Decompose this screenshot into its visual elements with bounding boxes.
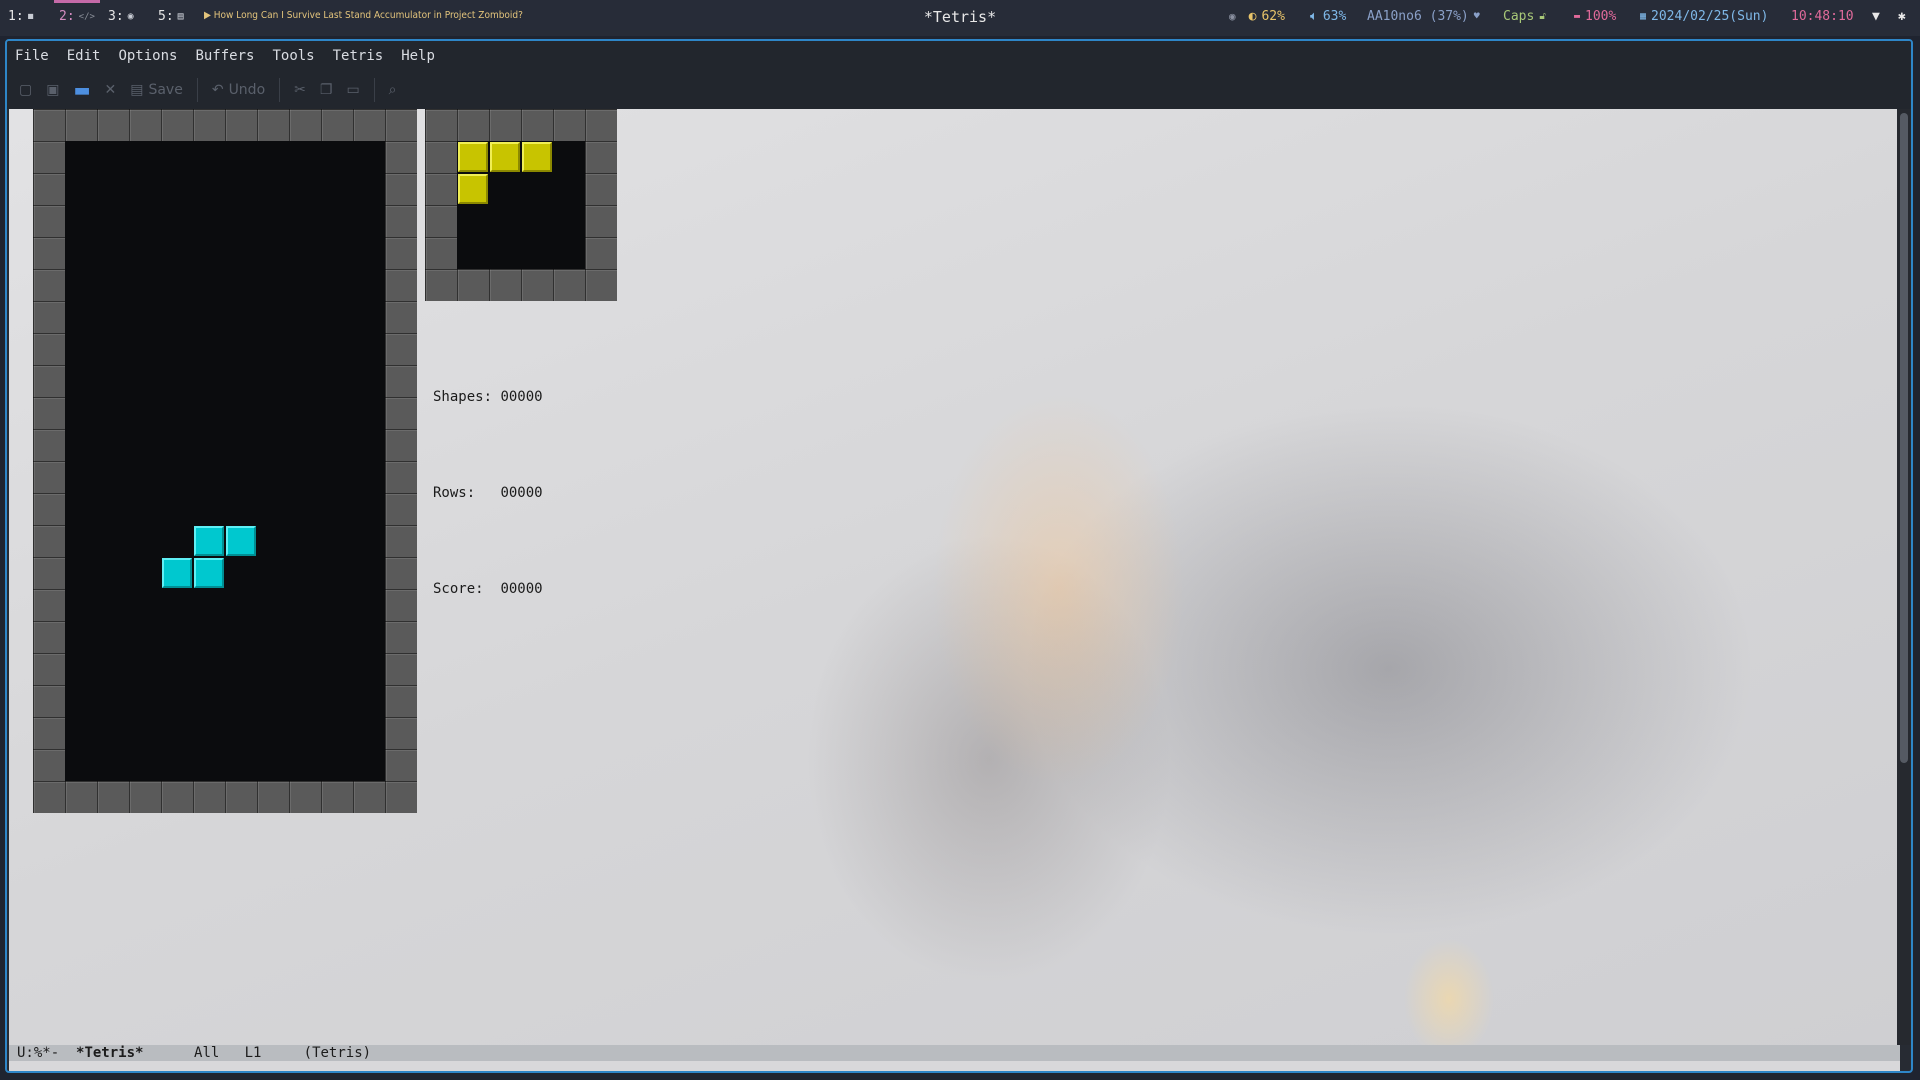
modeline-line: L1 — [244, 1045, 262, 1061]
rows-label: Rows: — [433, 485, 476, 501]
next-piece-block — [458, 174, 488, 204]
menu-edit[interactable]: Edit — [67, 48, 101, 64]
preview-pit — [457, 141, 585, 269]
battery-indicator[interactable]: ▬ 100% — [1574, 9, 1616, 24]
next-piece-block — [490, 142, 520, 172]
menu-help[interactable]: Help — [401, 48, 435, 64]
paste-icon[interactable]: ▭ — [346, 82, 359, 98]
modeline-buffer-name[interactable]: *Tetris* — [76, 1045, 143, 1061]
cut-icon[interactable]: ✂ — [294, 82, 306, 98]
emacs-frame: File Edit Options Buffers Tools Tetris H… — [5, 39, 1913, 1073]
menu-tools[interactable]: Tools — [272, 48, 314, 64]
menu-file[interactable]: File — [15, 48, 49, 64]
battery-value: 100% — [1585, 9, 1617, 24]
save-button[interactable]: ▤ Save — [130, 82, 183, 98]
undo-label: Undo — [228, 82, 266, 98]
caps-label: Caps — [1503, 9, 1535, 24]
top-status-bar: 1: ◼ 2: </> 3: ◉ 5: ▤ ▶ How Long Can I S… — [0, 0, 1920, 36]
window-title: *Tetris* — [923, 8, 997, 26]
menu-options[interactable]: Options — [118, 48, 177, 64]
shapes-stat: Shapes: 00000 — [433, 381, 543, 413]
rows-stat: Rows: 00000 — [433, 477, 543, 509]
search-icon[interactable]: ⌕ — [389, 82, 397, 98]
modeline-state: U:%*- — [17, 1045, 60, 1061]
unlock-icon: 🔓︎ — [1539, 11, 1546, 22]
open-file-icon[interactable]: ▣ — [46, 82, 59, 98]
next-piece-block — [522, 142, 552, 172]
current-piece-block — [194, 558, 224, 588]
undo-button[interactable]: ↶ Undo — [212, 82, 265, 98]
heart-icon: ♥ — [1473, 11, 1480, 22]
next-piece-block — [458, 142, 488, 172]
echo-area[interactable] — [9, 1061, 1900, 1071]
caps-indicator[interactable]: Caps 🔓︎ — [1503, 9, 1546, 24]
current-piece-block — [194, 526, 224, 556]
clock-indicator[interactable]: 10:48:10 — [1791, 9, 1854, 24]
bluetooth-icon: ✱ — [1898, 9, 1906, 24]
tetris-board — [33, 109, 417, 813]
brightness-indicator[interactable]: ◉ ◐ 62% — [1229, 9, 1285, 24]
shapes-value: 00000 — [500, 389, 543, 405]
date-value: 2024/02/25(Sun) — [1651, 9, 1769, 24]
score-label: Score: — [433, 581, 484, 597]
vertical-scrollbar[interactable] — [1897, 109, 1911, 1045]
undo-icon: ↶ — [211, 82, 224, 98]
window-title-container: *Tetris* — [0, 8, 1920, 26]
bluetooth-indicator[interactable]: ✱ — [1898, 9, 1906, 24]
close-icon[interactable]: ✕ — [104, 82, 116, 98]
copy-icon[interactable]: ❐ — [320, 82, 333, 98]
speaker-icon: 🔈︎ — [1310, 9, 1318, 24]
score-value: 00000 — [500, 581, 543, 597]
score-stat: Score: 00000 — [433, 573, 543, 605]
time-value: 10:48:10 — [1791, 9, 1854, 24]
tetris-stats: Shapes: 00000 Rows: 00000 Score: 00000 — [433, 317, 543, 669]
volume-indicator[interactable]: 🔈︎ 63% — [1310, 9, 1346, 24]
wifi-icon: ▼ — [1872, 9, 1880, 24]
shapes-label: Shapes: — [433, 389, 493, 405]
modeline-major-mode[interactable]: (Tetris) — [304, 1045, 371, 1061]
rows-value: 00000 — [500, 485, 543, 501]
menu-bar: File Edit Options Buffers Tools Tetris H… — [7, 41, 1911, 71]
active-workspace-marker — [54, 0, 100, 3]
open-directory-icon[interactable]: ▬ — [73, 80, 90, 101]
current-piece-block — [226, 526, 256, 556]
keyboard-value: AA10no6 (37%) — [1367, 9, 1469, 24]
modeline-position: All — [194, 1045, 220, 1061]
save-icon: ▤ — [130, 82, 144, 98]
new-file-icon[interactable]: ▢ — [19, 82, 32, 98]
save-label: Save — [148, 82, 183, 98]
toolbar-separator — [373, 78, 375, 102]
eye-icon: ◉ — [1229, 10, 1236, 23]
keyboard-indicator[interactable]: AA10no6 (37%) ♥ — [1367, 9, 1480, 24]
tetris-playfield — [65, 141, 385, 781]
tetris-buffer[interactable]: Shapes: 00000 Rows: 00000 Score: 00000 — [9, 109, 1900, 1045]
toolbar-separator — [196, 78, 198, 102]
menu-tetris[interactable]: Tetris — [333, 48, 384, 64]
mode-line: U:%*- *Tetris* All L1 (Tetris) — [9, 1045, 1900, 1061]
current-piece-block — [162, 558, 192, 588]
brightness-icon: ◐ — [1248, 9, 1257, 24]
tool-bar: ▢ ▣ ▬ ✕ ▤ Save ↶ Undo ✂ ❐ ▭ ⌕ — [7, 71, 1911, 109]
brightness-value: 62% — [1261, 9, 1285, 24]
battery-icon: ▬ — [1574, 11, 1581, 22]
toolbar-separator — [279, 78, 281, 102]
volume-value: 63% — [1322, 9, 1347, 24]
scrollbar-thumb[interactable] — [1900, 113, 1908, 763]
date-indicator[interactable]: ▦ 2024/02/25(Sun) — [1640, 9, 1768, 24]
wifi-indicator[interactable]: ▼ — [1872, 9, 1880, 24]
next-piece-preview — [425, 109, 617, 301]
calendar-icon: ▦ — [1640, 11, 1647, 22]
menu-buffers[interactable]: Buffers — [195, 48, 254, 64]
